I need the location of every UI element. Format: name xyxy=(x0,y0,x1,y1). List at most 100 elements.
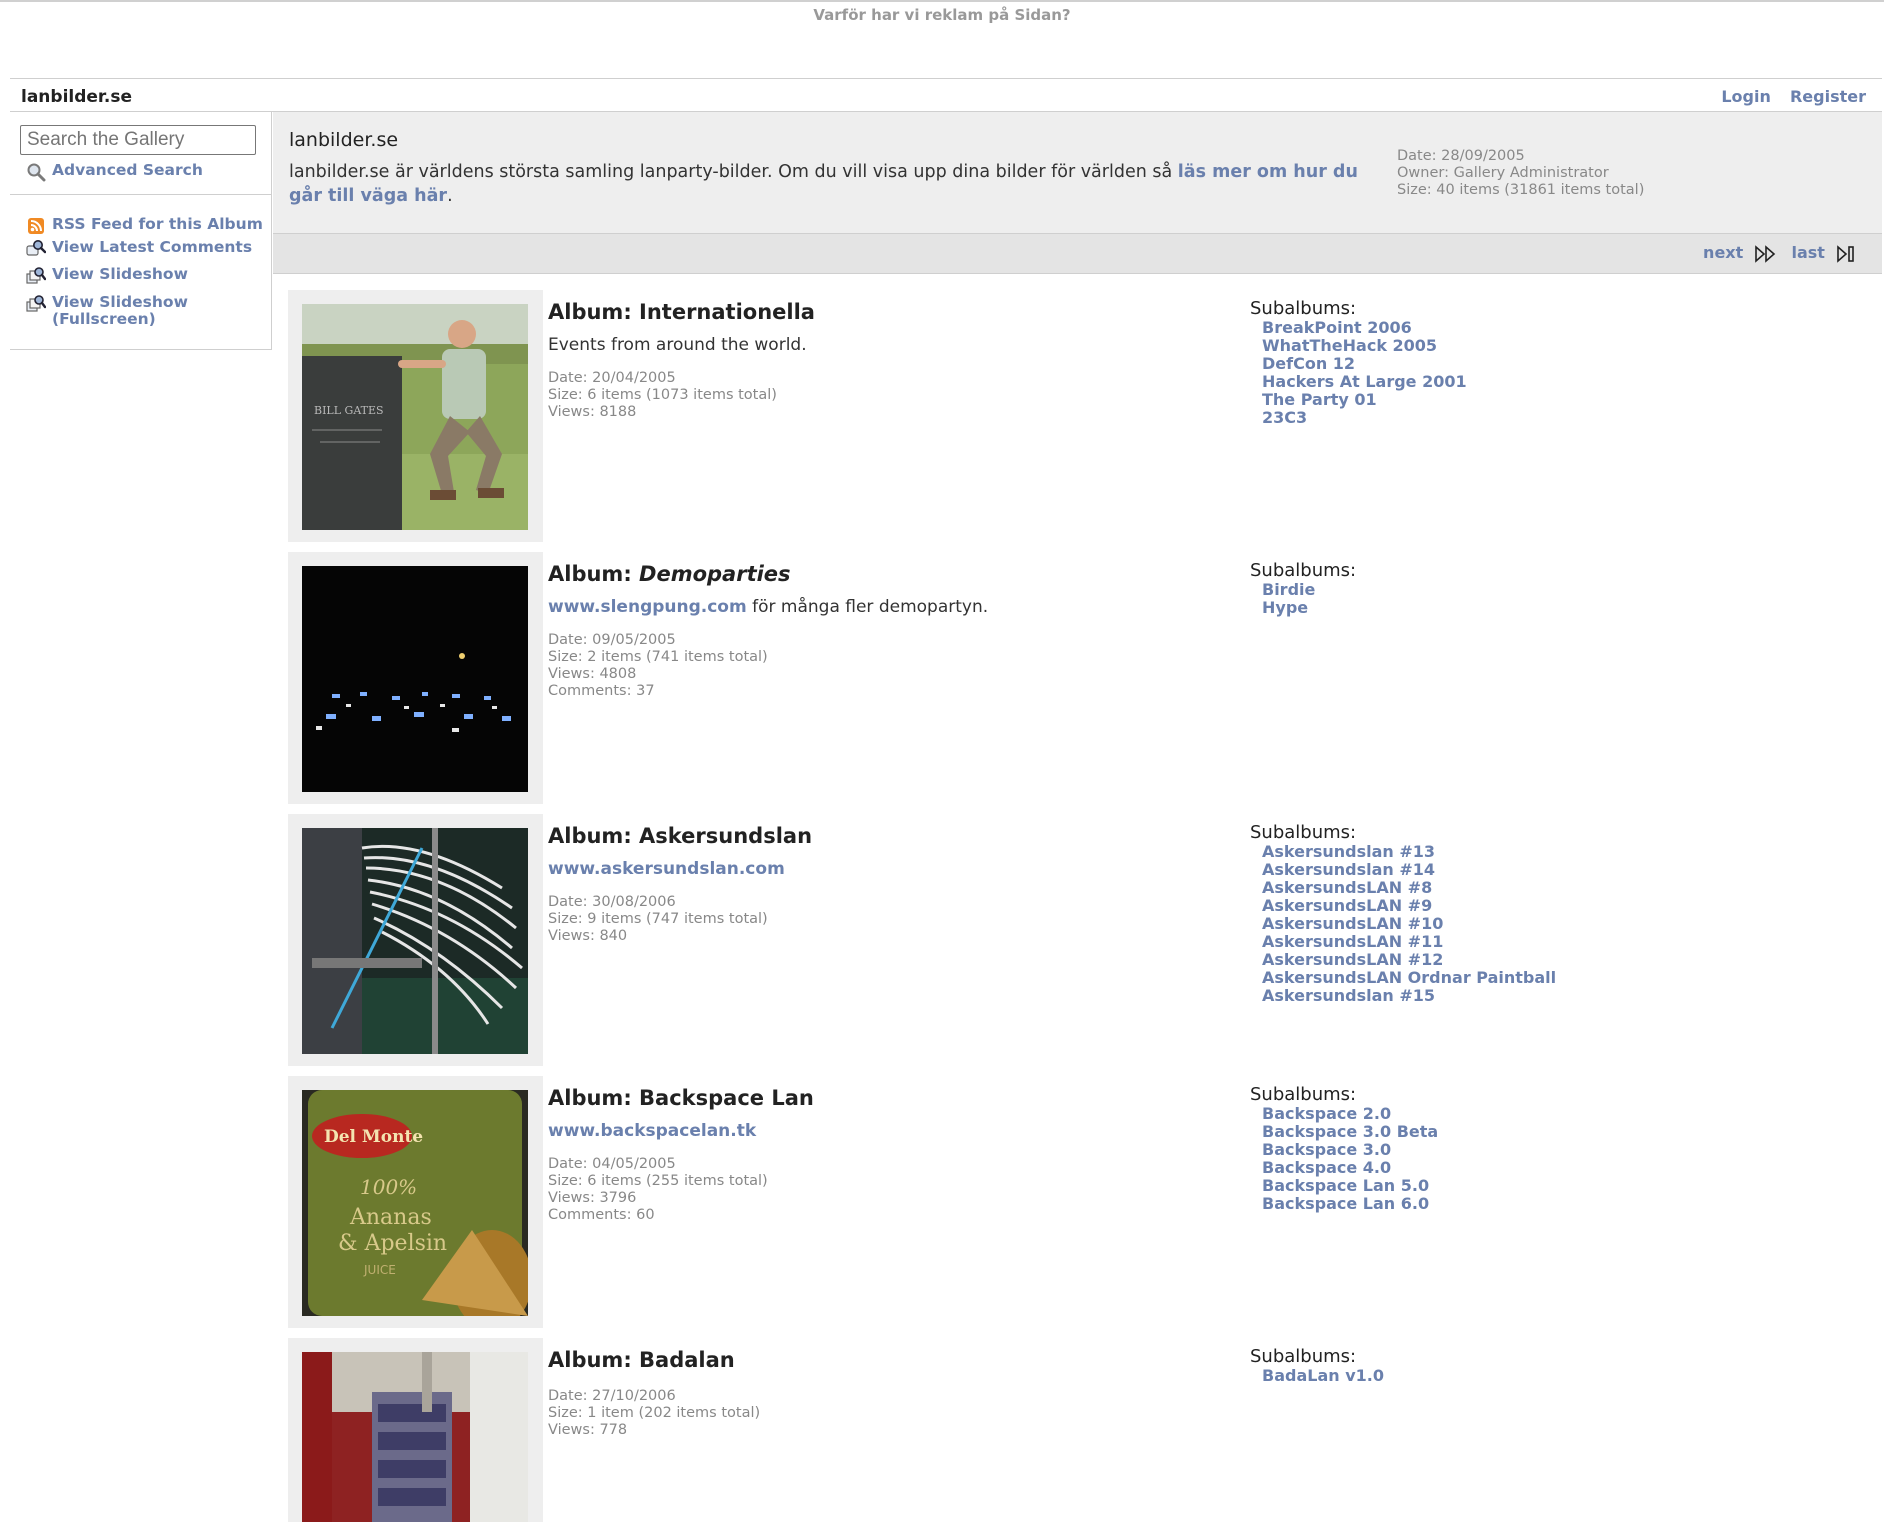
user-links: Login Register xyxy=(1707,87,1866,106)
subalbum-link[interactable]: AskersundsLAN Ordnar Paintball xyxy=(1262,969,1556,987)
subalbum-link[interactable]: BreakPoint 2006 xyxy=(1262,319,1467,337)
album-external-link[interactable]: www.askersundslan.com xyxy=(548,859,785,879)
subalbums-label: Subalbums: xyxy=(1250,1346,1357,1367)
latest-comments-label: View Latest Comments xyxy=(52,238,253,256)
album-meta: Date: 20/04/2005 Size: 6 items (1073 ite… xyxy=(548,370,777,420)
subalbum-link[interactable]: Backspace Lan 6.0 xyxy=(1262,1195,1438,1213)
subalbum-link[interactable]: AskersundsLAN #12 xyxy=(1262,951,1556,969)
advanced-search-label: Advanced Search xyxy=(52,161,203,179)
last-arrow-icon[interactable] xyxy=(1836,244,1858,263)
subalbum-link[interactable]: Backspace 4.0 xyxy=(1262,1159,1438,1177)
album-description: www.slengpung.com för många fler demopar… xyxy=(548,597,989,617)
subalbum-link[interactable]: Askersundslan #13 xyxy=(1262,843,1556,861)
site-header: lanbilder.se Login Register xyxy=(10,78,1882,112)
album-thumbnail[interactable]: BILL GATES xyxy=(302,304,528,530)
subalbum-link[interactable]: DefCon 12 xyxy=(1262,355,1467,373)
subalbum-link[interactable]: AskersundsLAN #8 xyxy=(1262,879,1556,897)
can-label-text: Ananas xyxy=(349,1205,432,1230)
can-label-text: & Apelsin xyxy=(338,1231,447,1256)
album-item: Album: Badalan Date: 27/10/2006 Size: 1 … xyxy=(288,1338,1868,1522)
album-item: Del Monte 100% Ananas & Apelsin JUICE Al… xyxy=(288,1076,1868,1328)
can-label-text: 100% xyxy=(360,1175,417,1199)
subalbums-label: Subalbums: xyxy=(1250,822,1357,843)
comments-magnifier-icon xyxy=(26,240,46,256)
album-item: Album: Askersundslan www.askersundslan.c… xyxy=(288,814,1868,1066)
next-link[interactable]: next xyxy=(1703,243,1743,262)
album-meta: Date: 04/05/2005 Size: 6 items (255 item… xyxy=(548,1156,768,1223)
subalbum-link[interactable]: Hype xyxy=(1262,599,1356,617)
ad-info-link[interactable]: Varför har vi reklam på Sidan? xyxy=(0,6,1884,24)
subalbums: Subalbums: Backspace 2.0 Backspace 3.0 B… xyxy=(1250,1084,1438,1213)
album-description: www.askersundslan.com xyxy=(548,859,785,879)
top-border xyxy=(0,0,1884,2)
subalbum-link[interactable]: The Party 01 xyxy=(1262,391,1467,409)
pager-bar: next last xyxy=(273,234,1882,274)
subalbum-link[interactable]: Backspace 2.0 xyxy=(1262,1105,1438,1123)
subalbum-link[interactable]: Backspace 3.0 xyxy=(1262,1141,1438,1159)
subalbum-link[interactable]: Hackers At Large 2001 xyxy=(1262,373,1467,391)
site-title[interactable]: lanbilder.se xyxy=(21,87,132,107)
login-link[interactable]: Login xyxy=(1721,87,1771,106)
rss-icon xyxy=(28,218,44,234)
album-item: BILL GATES Album: Internationella Events… xyxy=(288,290,1868,542)
gravestone-text: BILL GATES xyxy=(314,404,384,417)
can-label-text: JUICE xyxy=(363,1263,396,1277)
album-title[interactable]: Album: Askersundslan xyxy=(548,824,812,848)
album-title[interactable]: Album: Backspace Lan xyxy=(548,1086,814,1110)
subalbum-link[interactable]: Birdie xyxy=(1262,581,1356,599)
subalbum-link[interactable]: AskersundsLAN #9 xyxy=(1262,897,1556,915)
subalbums-label: Subalbums: xyxy=(1250,1084,1357,1105)
subalbum-link[interactable]: WhatTheHack 2005 xyxy=(1262,337,1467,355)
album-thumbnail[interactable]: Del Monte 100% Ananas & Apelsin JUICE xyxy=(302,1090,528,1316)
album-thumbnail-frame xyxy=(288,552,543,804)
album-external-link[interactable]: www.backspacelan.tk xyxy=(548,1121,756,1141)
album-thumbnail[interactable] xyxy=(302,1352,528,1522)
subalbum-link[interactable]: BadaLan v1.0 xyxy=(1262,1367,1384,1385)
subalbum-link[interactable]: AskersundsLAN #10 xyxy=(1262,915,1556,933)
subalbums: Subalbums: BadaLan v1.0 xyxy=(1250,1346,1384,1385)
last-link[interactable]: last xyxy=(1791,243,1824,262)
subalbum-link[interactable]: Backspace Lan 5.0 xyxy=(1262,1177,1438,1195)
album-thumbnail-frame: Del Monte 100% Ananas & Apelsin JUICE xyxy=(288,1076,543,1328)
can-brand-text: Del Monte xyxy=(324,1127,423,1147)
magnifier-icon xyxy=(27,163,46,182)
slideshow-icon xyxy=(26,267,46,284)
subalbums: Subalbums: BreakPoint 2006 WhatTheHack 2… xyxy=(1250,298,1467,427)
subalbum-link[interactable]: Askersundslan #15 xyxy=(1262,987,1556,1005)
subalbums: Subalbums: Askersundslan #13 Askersundsl… xyxy=(1250,822,1556,1005)
subalbums-label: Subalbums: xyxy=(1250,298,1357,319)
slideshow-label: View Slideshow xyxy=(52,265,188,283)
album-meta: Date: 09/05/2005 Size: 2 items (741 item… xyxy=(548,632,768,699)
sidebar: Advanced Search RSS Feed for this Album … xyxy=(10,112,272,350)
subalbum-link[interactable]: Askersundslan #14 xyxy=(1262,861,1556,879)
album-thumbnail[interactable] xyxy=(302,566,528,792)
subalbum-link[interactable]: Backspace 3.0 Beta xyxy=(1262,1123,1438,1141)
subalbums: Subalbums: Birdie Hype xyxy=(1250,560,1356,617)
album-title[interactable]: Album: Badalan xyxy=(548,1348,735,1372)
album-external-link[interactable]: www.slengpung.com xyxy=(548,597,747,617)
album-meta: Date: 28/09/2005 Owner: Gallery Administ… xyxy=(1397,148,1645,198)
slideshow-fullscreen-icon xyxy=(26,295,46,312)
album-description: lanbilder.se är världens största samling… xyxy=(289,162,1358,206)
album-description: www.backspacelan.tk xyxy=(548,1121,756,1141)
album-thumbnail-frame: BILL GATES xyxy=(288,290,543,542)
album-meta: Date: 27/10/2006 Size: 1 item (202 items… xyxy=(548,1388,761,1438)
search-input[interactable] xyxy=(20,125,256,155)
album-thumbnail-frame xyxy=(288,1338,543,1522)
register-link[interactable]: Register xyxy=(1790,87,1866,106)
album-title: lanbilder.se xyxy=(289,129,399,151)
album-description: Events from around the world. xyxy=(548,335,807,355)
slideshow-fullscreen-label: View Slideshow (Fullscreen) xyxy=(52,293,188,328)
sidebar-divider xyxy=(10,194,271,195)
subalbum-link[interactable]: AskersundsLAN #11 xyxy=(1262,933,1556,951)
album-thumbnail[interactable] xyxy=(302,828,528,1054)
album-item: Album: Demoparties www.slengpung.com för… xyxy=(288,552,1868,804)
next-arrows-icon[interactable] xyxy=(1754,244,1778,263)
rss-feed-label: RSS Feed for this Album xyxy=(52,215,263,233)
album-header: lanbilder.se lanbilder.se är världens st… xyxy=(273,112,1882,234)
album-thumbnail-frame xyxy=(288,814,543,1066)
album-title[interactable]: Album: Internationella xyxy=(548,300,815,324)
album-title[interactable]: Album: Demoparties xyxy=(548,562,791,586)
subalbums-label: Subalbums: xyxy=(1250,560,1357,581)
subalbum-link[interactable]: 23C3 xyxy=(1262,409,1467,427)
